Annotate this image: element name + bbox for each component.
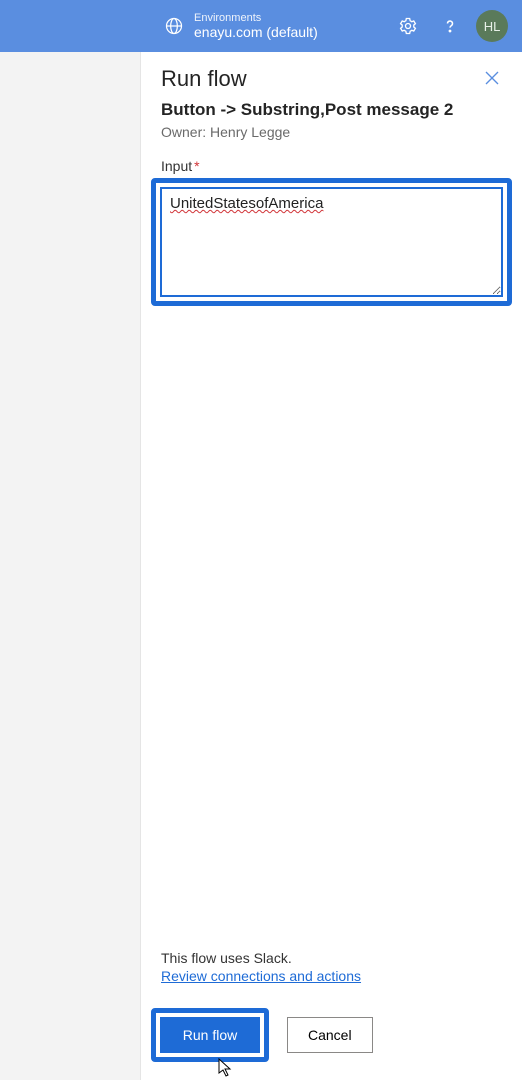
owner-line: Owner: Henry Legge: [161, 124, 502, 140]
run-button-highlight: Run flow: [151, 1008, 269, 1062]
environment-label: Environments: [194, 12, 318, 25]
panel-header: Run flow Button -> Substring,Post messag…: [141, 52, 522, 314]
help-icon: [440, 16, 460, 36]
environment-picker[interactable]: Environments enayu.com (default): [164, 12, 318, 41]
input-label: Input*: [161, 158, 502, 174]
gear-icon: [398, 16, 418, 36]
button-row: Run flow Cancel: [161, 1008, 502, 1062]
avatar-initials: HL: [484, 19, 501, 34]
environment-icon: [164, 16, 184, 36]
topbar: Environments enayu.com (default) HL: [0, 0, 522, 52]
run-flow-button[interactable]: Run flow: [160, 1017, 260, 1053]
run-flow-panel: Run flow Button -> Substring,Post messag…: [140, 52, 522, 1080]
close-button[interactable]: [480, 66, 504, 90]
avatar[interactable]: HL: [476, 10, 508, 42]
input-highlight: UnitedStatesofAmerica: [151, 178, 512, 306]
settings-button[interactable]: [392, 10, 424, 42]
environment-value: enayu.com (default): [194, 24, 318, 40]
panel-body: [141, 314, 522, 936]
input-textarea[interactable]: UnitedStatesofAmerica: [160, 187, 503, 297]
flow-name: Button -> Substring,Post message 2: [161, 100, 502, 120]
close-icon: [484, 70, 500, 86]
help-button[interactable]: [434, 10, 466, 42]
panel-title: Run flow: [161, 66, 502, 92]
cancel-button[interactable]: Cancel: [287, 1017, 373, 1053]
review-connections-link[interactable]: Review connections and actions: [161, 968, 361, 984]
footer-note: This flow uses Slack.: [161, 950, 502, 966]
environment-text: Environments enayu.com (default): [194, 12, 318, 41]
required-asterisk: *: [194, 158, 199, 174]
panel-footer: This flow uses Slack. Review connections…: [141, 936, 522, 1080]
